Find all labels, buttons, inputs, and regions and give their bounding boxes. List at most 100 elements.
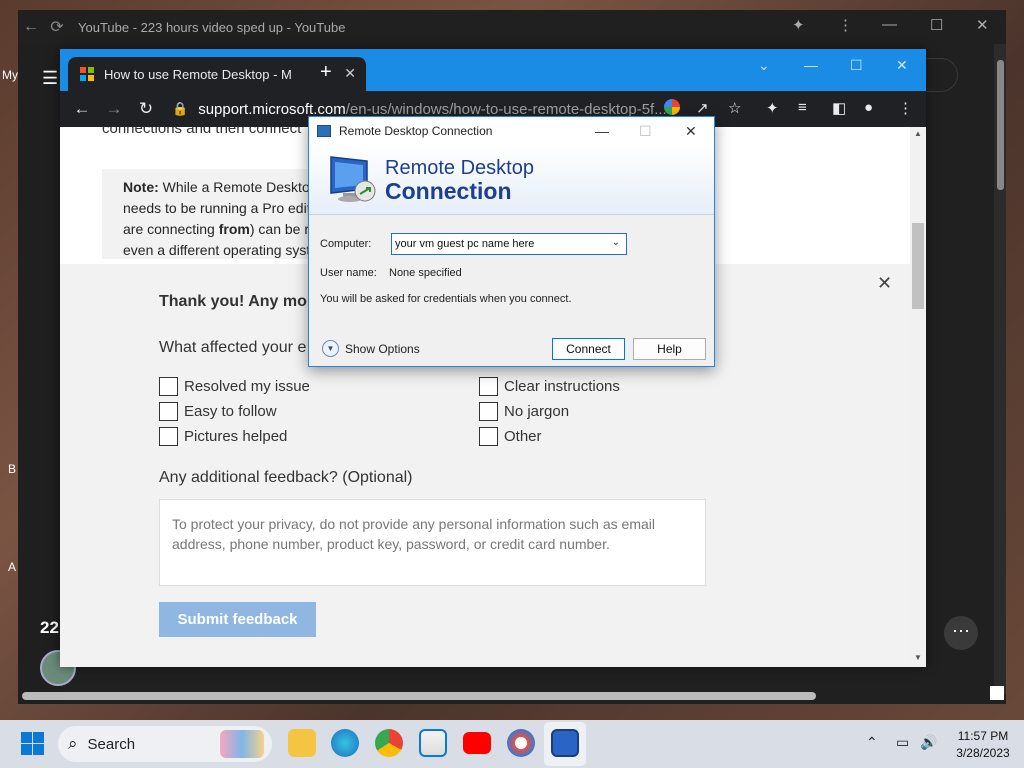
scroll-down-icon[interactable]: ▼ — [914, 653, 922, 662]
youtube-horizontal-scrollbar[interactable] — [22, 692, 816, 700]
username-value: None specified — [389, 267, 462, 279]
reload-icon[interactable]: ⟳ — [44, 17, 70, 37]
minimize-icon[interactable]: — — [882, 16, 897, 33]
edge-icon[interactable] — [331, 729, 359, 757]
google-icon[interactable] — [664, 99, 680, 115]
note-line: even a different operating syst — [123, 242, 311, 258]
dialog-heading-line2: Connection — [385, 178, 512, 204]
credentials-info: You will be asked for credentials when y… — [320, 293, 572, 305]
back-arrow-icon[interactable]: ← — [66, 99, 98, 119]
kebab-menu-icon[interactable]: ⋮ — [838, 16, 853, 34]
close-icon[interactable]: ✕ — [685, 123, 697, 140]
feedback-textarea[interactable]: To protect your privacy, do not provide … — [159, 499, 706, 586]
checkbox-jargon[interactable]: No jargon — [479, 402, 569, 421]
side-panel-icon[interactable]: ◧ — [832, 99, 846, 117]
sidebar-text-a: A — [8, 560, 17, 574]
minimize-icon[interactable]: — — [804, 57, 818, 73]
remote-desktop-taskbar-icon[interactable] — [551, 729, 579, 757]
checkbox[interactable] — [159, 402, 178, 421]
maximize-icon[interactable]: ☐ — [850, 57, 863, 74]
tab-close-icon[interactable]: ✕ — [344, 65, 356, 82]
extensions-icon[interactable]: ✦ — [792, 16, 805, 34]
chrome-icon[interactable] — [375, 729, 403, 757]
page-scrollbar[interactable]: ▲ ▼ — [910, 127, 926, 667]
expand-options-icon[interactable]: ▼ — [322, 340, 339, 357]
checkbox[interactable] — [479, 377, 498, 396]
resize-corner — [990, 686, 1004, 700]
search-highlight-icon — [220, 730, 264, 758]
url-path: /en-us/windows/how-to-use-remote-desktop… — [345, 100, 667, 118]
note-label: Note: — [123, 179, 159, 195]
windows-start-icon[interactable] — [21, 732, 44, 755]
checkbox[interactable] — [479, 402, 498, 421]
checkbox[interactable] — [479, 427, 498, 446]
minimize-icon[interactable]: — — [595, 123, 609, 139]
show-options-link[interactable]: Show Options — [345, 342, 420, 356]
close-icon[interactable]: ✕ — [976, 16, 989, 34]
help-button[interactable]: Help — [633, 338, 706, 360]
tab-strip: How to use Remote Desktop - M ✕ + ⌄ — ☐ … — [60, 49, 926, 91]
checkbox-easy[interactable]: Easy to follow — [159, 402, 277, 421]
computer-value: your vm guest pc name here — [395, 238, 535, 250]
feedback-close-icon[interactable]: ✕ — [877, 273, 892, 294]
profile-icon[interactable]: ● — [864, 99, 873, 116]
connect-button[interactable]: Connect — [552, 338, 625, 360]
search-icon: ⌕ — [68, 734, 78, 753]
article-text: connections and then connect — [102, 127, 302, 137]
hamburger-menu-icon[interactable]: ☰ — [42, 68, 58, 89]
media-queue-icon[interactable]: ≡ — [798, 99, 807, 116]
microsoft-logo-icon — [80, 67, 94, 81]
bookmark-star-icon[interactable]: ☆ — [728, 99, 741, 117]
checkbox-label: No jargon — [504, 403, 570, 420]
lock-icon[interactable]: 🔒 — [172, 101, 188, 117]
youtube-vertical-scrollbar[interactable] — [994, 44, 1006, 694]
dialog-titlebar: Remote Desktop Connection — ☐ ✕ — [309, 117, 714, 145]
kebab-menu-icon[interactable]: ⋮ — [898, 99, 913, 117]
computer-label: Computer: — [320, 238, 372, 250]
close-icon[interactable]: ✕ — [896, 57, 908, 74]
system-clock[interactable]: 11:57 PM 3/28/2023 — [946, 728, 1020, 762]
checkbox[interactable] — [159, 427, 178, 446]
sidebar-text-my: My — [2, 68, 18, 82]
scrollbar-thumb[interactable] — [997, 60, 1004, 190]
volume-icon[interactable]: 🔊 — [920, 734, 937, 751]
maximize-icon[interactable]: ☐ — [930, 16, 943, 34]
network-icon[interactable]: ▭ — [896, 734, 909, 751]
checkbox-label: Resolved my issue — [184, 378, 310, 395]
back-arrow-icon[interactable]: ← — [18, 18, 44, 36]
scroll-up-icon[interactable]: ▲ — [914, 129, 922, 138]
checkbox-other[interactable]: Other — [479, 427, 542, 446]
checkbox-clear[interactable]: Clear instructions — [479, 377, 620, 396]
extensions-icon[interactable]: ✦ — [766, 99, 779, 117]
youtube-titlebar: ← ⟳ YouTube - 223 hours video sped up - … — [18, 10, 1006, 44]
checkbox-label: Clear instructions — [504, 378, 620, 395]
chevron-down-icon[interactable]: ⌄ — [612, 237, 620, 248]
chevron-up-icon[interactable]: ⌃ — [866, 734, 878, 751]
url-host: support.microsoft.com — [198, 100, 346, 118]
dialog-banner: Remote Desktop Connection — [309, 145, 714, 215]
checkbox-pictures[interactable]: Pictures helped — [159, 427, 287, 446]
submit-feedback-button[interactable]: Submit feedback — [159, 602, 316, 637]
new-tab-button[interactable]: + — [320, 61, 332, 84]
taskbar-search[interactable]: ⌕ Search — [58, 726, 272, 762]
more-actions-button[interactable]: ⋯ — [944, 616, 978, 650]
share-icon[interactable]: ↗ — [696, 99, 709, 117]
note-line: needs to be running a Pro edit — [123, 200, 311, 216]
microsoft-store-icon[interactable] — [419, 729, 447, 757]
computer-combobox[interactable]: your vm guest pc name here ⌄ — [391, 233, 627, 255]
note-emphasis: from — [218, 221, 250, 237]
tab-search-icon[interactable]: ⌄ — [758, 57, 770, 74]
reload-icon[interactable]: ↻ — [130, 99, 162, 119]
youtube-icon[interactable] — [463, 732, 491, 754]
taskbar: ⌕ Search ⌃ ▭ 🔊 11:57 PM 3/28/2023 — [0, 720, 1024, 768]
scrollbar-thumb[interactable] — [912, 223, 924, 309]
checkbox-resolved[interactable]: Resolved my issue — [159, 377, 310, 396]
brave-icon[interactable] — [507, 729, 535, 757]
file-explorer-icon[interactable] — [288, 729, 316, 757]
dialog-heading-line1: Remote Desktop — [385, 157, 534, 179]
forward-arrow-icon[interactable]: → — [98, 99, 130, 119]
checkbox-label: Pictures helped — [184, 428, 288, 445]
checkbox[interactable] — [159, 377, 178, 396]
note-line: While a Remote Deskto — [162, 179, 310, 195]
maximize-icon: ☐ — [639, 123, 652, 139]
